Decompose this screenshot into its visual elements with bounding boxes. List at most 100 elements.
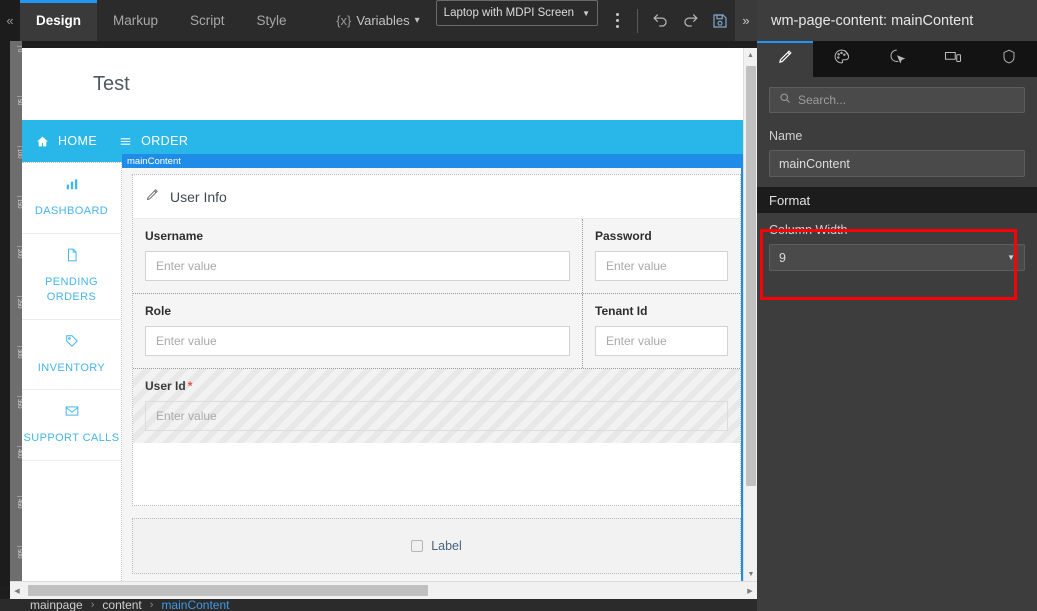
cursor-click-icon: [889, 48, 906, 70]
page-title: Test: [93, 72, 130, 95]
label-checkbox-label: Label: [431, 539, 462, 553]
chevron-down-icon: ▼: [582, 8, 590, 18]
properties-search[interactable]: [769, 87, 1025, 113]
tab-script[interactable]: Script: [174, 0, 241, 41]
user-info-form: Username Enter value Password Enter valu…: [133, 219, 740, 443]
nav-item-home-label: HOME: [58, 134, 98, 148]
vertical-scrollbar-thumb[interactable]: [746, 66, 756, 486]
tab-markup-label: Markup: [113, 13, 159, 28]
chevron-down-icon: ▼: [1007, 253, 1015, 262]
column-width-select[interactable]: 9 ▼: [769, 244, 1025, 271]
tab-design[interactable]: Design: [20, 0, 98, 41]
column-width-value: 9: [779, 250, 786, 265]
nav-item-home[interactable]: HOME: [36, 134, 97, 148]
variables-button[interactable]: {x} Variables ▾: [326, 0, 429, 41]
canvas-horizontal-scrollbar[interactable]: ◀ ▶: [10, 581, 757, 599]
vertical-ruler: 0 50 100 150 200 250 300 350 400 450 500: [10, 41, 22, 587]
horizontal-scrollbar-thumb[interactable]: [28, 585, 428, 596]
canvas-vertical-scrollbar[interactable]: ▲ ▼: [743, 48, 757, 581]
properties-panel: wm-page-content: mainContent Search... N…: [757, 0, 1037, 611]
page-sidebar: DASHBOARD PENDING ORDERS INVENTORY SUPPO…: [22, 162, 122, 581]
form-field-password: Password Enter value: [583, 219, 740, 293]
ruler-tick-label: 400: [16, 449, 22, 459]
form-field-tenant-id-label: Tenant Id: [595, 304, 648, 318]
user-id-label-text: User Id: [145, 379, 186, 393]
ruler-tick-label: 100: [16, 149, 22, 159]
redo-icon[interactable]: [675, 0, 705, 41]
role-input[interactable]: Enter value: [145, 326, 570, 356]
tab-markup[interactable]: Markup: [97, 0, 174, 41]
breadcrumb: mainpage › content › mainContent: [0, 599, 757, 611]
top-toolbar: « Design Markup Script Style {x} Variabl…: [0, 0, 757, 41]
sidebar-item-pending-orders-label: PENDING ORDERS: [45, 275, 98, 303]
username-input[interactable]: Enter value: [145, 251, 570, 281]
device-selector[interactable]: Laptop with MDPI Screen ▼: [435, 0, 598, 26]
more-options-icon[interactable]: [604, 0, 630, 41]
ruler-tick-line: [17, 46, 22, 47]
undo-icon[interactable]: [645, 0, 675, 41]
devices-icon: [944, 48, 962, 71]
search-input[interactable]: [798, 93, 1015, 107]
shield-icon: [1001, 48, 1017, 70]
tab-style[interactable]: Style: [241, 0, 303, 41]
column-width-label: Column Width: [769, 223, 848, 237]
breadcrumb-item-maincontent[interactable]: mainContent: [161, 599, 229, 611]
tab-style[interactable]: [813, 41, 869, 77]
scroll-right-icon[interactable]: ▶: [743, 582, 757, 599]
scroll-left-icon[interactable]: ◀: [10, 582, 24, 599]
ruler-tick-label: 500: [16, 549, 22, 559]
breadcrumb-separator: ›: [149, 599, 154, 611]
name-input[interactable]: mainContent: [769, 150, 1025, 177]
label-checkbox[interactable]: [411, 540, 424, 552]
ruler-gutter: [0, 41, 10, 587]
chevron-down-icon: ▾: [414, 15, 420, 26]
scroll-up-icon[interactable]: ▲: [744, 48, 757, 62]
user-info-card-title: User Info: [170, 188, 227, 205]
design-canvas: Test HOME ORDER mainContent DASHBOARD PE…: [22, 48, 743, 581]
selection-badge: mainContent: [122, 154, 743, 168]
label-checkbox-group[interactable]: Label: [411, 539, 462, 553]
ruler-tick-label: 350: [16, 399, 22, 409]
checkbox-card: Label: [132, 518, 741, 574]
required-asterisk: *: [187, 379, 193, 393]
format-section-header: Format: [757, 187, 1037, 213]
tenant-id-input[interactable]: Enter value: [595, 326, 728, 356]
tab-design-label: Design: [36, 13, 82, 28]
file-icon: [65, 248, 79, 267]
tab-security[interactable]: [981, 41, 1037, 77]
tab-events[interactable]: [869, 41, 925, 77]
pencil-icon: [777, 48, 794, 70]
sidebar-item-pending-orders[interactable]: PENDING ORDERS: [22, 234, 121, 320]
nav-item-order[interactable]: ORDER: [119, 134, 188, 148]
bar-chart-icon: [65, 177, 79, 196]
sidebar-item-support-calls[interactable]: SUPPORT CALLS: [22, 390, 121, 462]
main-content-container[interactable]: User Info Username Enter value Password …: [122, 162, 743, 581]
form-field-tenant-id: Tenant Id Enter value: [583, 294, 740, 368]
variables-prefix-icon: {x}: [336, 13, 352, 28]
studio-window: « Design Markup Script Style {x} Variabl…: [0, 0, 1037, 611]
sidebar-item-inventory[interactable]: INVENTORY: [22, 320, 121, 391]
save-icon[interactable]: [705, 0, 735, 41]
collapse-left-panel-icon[interactable]: «: [0, 0, 20, 41]
ruler-tick-label: 50: [16, 99, 22, 106]
breadcrumb-item-content[interactable]: content: [102, 599, 141, 611]
form-field-role-label: Role: [145, 304, 172, 318]
user-info-card-header: User Info: [133, 175, 740, 219]
page-navbar: HOME ORDER mainContent: [22, 120, 743, 168]
variables-label: Variables: [356, 13, 410, 28]
name-field-label: Name: [769, 129, 803, 143]
tab-properties[interactable]: [757, 41, 813, 77]
user-id-input[interactable]: Enter value: [145, 401, 728, 431]
password-input[interactable]: Enter value: [595, 251, 728, 281]
sidebar-item-dashboard[interactable]: DASHBOARD: [22, 163, 121, 234]
form-field-role: Role Enter value: [133, 294, 583, 368]
expand-right-panel-icon[interactable]: »: [735, 0, 757, 41]
scroll-down-icon[interactable]: ▼: [744, 567, 758, 581]
design-canvas-viewport[interactable]: Test HOME ORDER mainContent DASHBOARD PE…: [22, 48, 757, 581]
search-icon: [779, 91, 791, 109]
editor-tabs: Design Markup Script Style: [20, 0, 303, 41]
tab-display[interactable]: [925, 41, 981, 77]
breadcrumb-item-mainpage[interactable]: mainpage: [30, 599, 83, 611]
form-field-username: Username Enter value: [133, 219, 583, 293]
